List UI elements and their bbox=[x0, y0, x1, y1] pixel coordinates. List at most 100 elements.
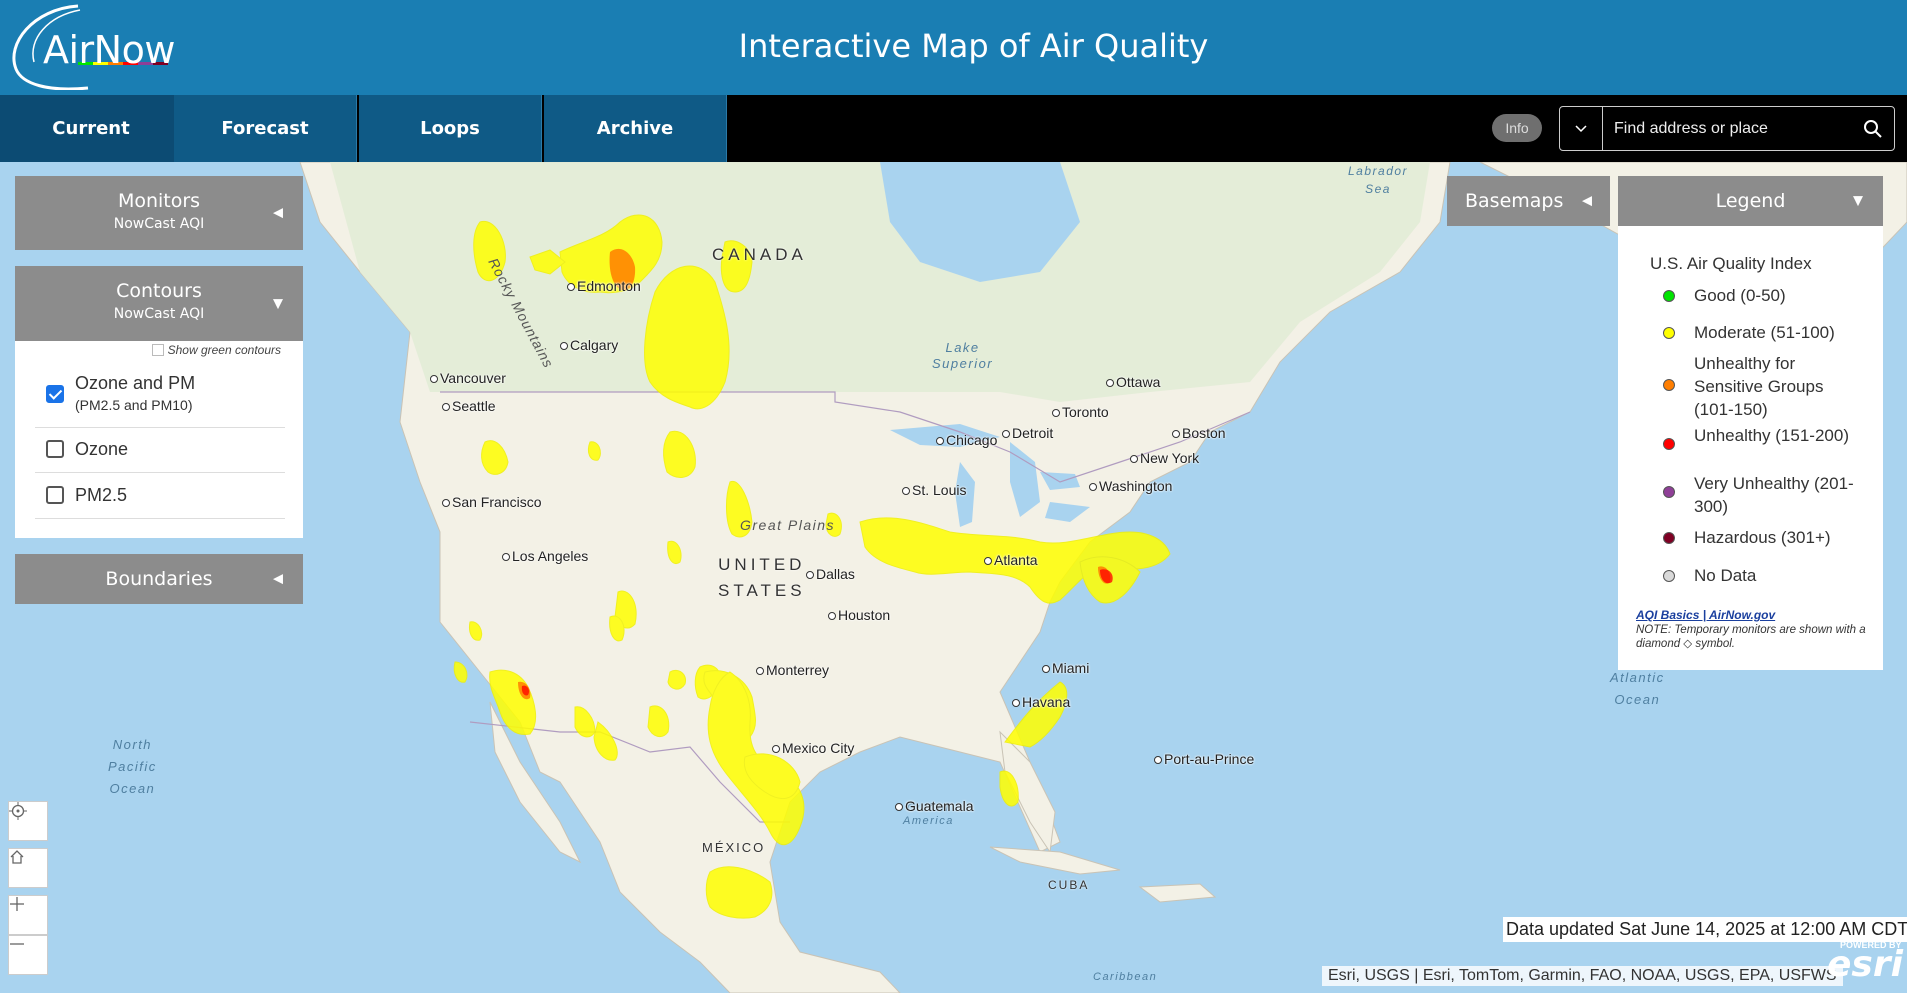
legend-label: Unhealthy (151-200) bbox=[1694, 426, 1849, 445]
region-label-cuba: CUBA bbox=[1048, 878, 1090, 892]
contour-option-ozone-pm[interactable]: Ozone and PM (PM2.5 and PM10) bbox=[35, 361, 285, 428]
label-atlantic-ocean: Atlantic Ocean bbox=[1610, 670, 1665, 707]
contours-title: Contours bbox=[116, 280, 202, 302]
usg-swatch bbox=[1663, 379, 1675, 391]
city-label-monterrey: Monterrey bbox=[755, 662, 830, 678]
monitors-title: Monitors bbox=[117, 190, 201, 212]
aqi-basics-link[interactable]: AQI Basics | AirNow.gov bbox=[1636, 608, 1775, 622]
home-button[interactable] bbox=[8, 848, 48, 888]
contours-panel-header[interactable]: Contours NowCast AQI ▼ bbox=[15, 266, 303, 341]
show-green-label: Show green contours bbox=[167, 343, 281, 357]
unhealthy-swatch bbox=[1663, 438, 1675, 450]
city-label-san-francisco: San Francisco bbox=[441, 494, 542, 510]
locate-button[interactable] bbox=[8, 801, 48, 841]
boundaries-title: Boundaries bbox=[105, 568, 213, 590]
label-north-pacific-ocean: North Pacific Ocean bbox=[108, 737, 157, 796]
tab-loops[interactable]: Loops bbox=[359, 95, 542, 162]
map-attribution: Esri, USGS | Esri, TomTom, Garmin, FAO, … bbox=[1322, 966, 1843, 986]
zoom-in-button[interactable] bbox=[8, 895, 48, 935]
legend-title: Legend bbox=[1715, 190, 1786, 212]
aqi-legend-title: U.S. Air Quality Index bbox=[1650, 254, 1812, 273]
legend-label: Good (0-50) bbox=[1694, 286, 1786, 305]
zoom-out-icon bbox=[10, 943, 24, 945]
legend-label: Very Unhealthy (201-300) bbox=[1694, 474, 1854, 516]
city-label-atlanta: Atlanta bbox=[984, 552, 1038, 568]
tab-forecast[interactable]: Forecast bbox=[174, 95, 357, 162]
ozone-pm-checkbox[interactable] bbox=[46, 385, 64, 403]
legend-label: Moderate (51-100) bbox=[1694, 323, 1835, 342]
city-label-ottawa: Ottawa bbox=[1105, 374, 1161, 390]
region-label-mexico: MÉXICO bbox=[702, 840, 766, 855]
hazardous-swatch bbox=[1663, 532, 1675, 544]
data-updated-text: Data updated Sat June 14, 2025 at 12:00 … bbox=[1503, 917, 1907, 942]
zoom-in-icon bbox=[10, 897, 24, 911]
ozone-label: Ozone bbox=[75, 439, 129, 459]
search-input[interactable] bbox=[1612, 117, 1856, 141]
legend-panel-body: U.S. Air Quality Index Good (0-50) Moder… bbox=[1618, 226, 1883, 670]
contours-subtitle: NowCast AQI bbox=[113, 306, 205, 322]
label-great-plains: Great Plains bbox=[740, 517, 836, 533]
search-source-dropdown[interactable] bbox=[1560, 107, 1603, 150]
city-label-new-york: New York bbox=[1129, 450, 1200, 466]
page-title: Interactive Map of Air Quality bbox=[738, 27, 1209, 65]
city-label-houston: Houston bbox=[827, 607, 891, 623]
temporary-monitors-note: NOTE: Temporary monitors are shown with … bbox=[1636, 624, 1866, 650]
city-label-toronto: Toronto bbox=[1052, 404, 1109, 420]
city-label-mexico-city: Mexico City bbox=[771, 740, 855, 756]
contour-option-pm25[interactable]: PM2.5 bbox=[35, 472, 285, 519]
chevron-down-icon bbox=[1575, 124, 1587, 132]
legend-label: Hazardous (301+) bbox=[1694, 528, 1831, 547]
zoom-out-button[interactable] bbox=[8, 935, 48, 975]
monitors-panel-header[interactable]: Monitors NowCast AQI ◀ bbox=[15, 176, 303, 250]
expand-down-arrow-icon: ▼ bbox=[1853, 193, 1863, 209]
contour-option-ozone[interactable]: Ozone bbox=[35, 427, 285, 473]
no-data-swatch bbox=[1663, 570, 1675, 582]
home-icon bbox=[10, 850, 24, 864]
collapse-left-arrow-icon: ◀ bbox=[273, 205, 283, 221]
city-label-st-louis: St. Louis bbox=[901, 482, 967, 498]
esri-logo[interactable]: POWERED BY esri bbox=[1824, 940, 1904, 990]
ozone-checkbox[interactable] bbox=[46, 440, 64, 458]
legend-panel-header[interactable]: Legend ▼ bbox=[1618, 176, 1883, 226]
city-label-guatemala: Guatemala bbox=[894, 798, 974, 814]
legend-label: No Data bbox=[1694, 566, 1757, 585]
esri-wordmark: esri bbox=[1827, 944, 1903, 985]
legend-label: Unhealthy for Sensitive Groups (101-150) bbox=[1694, 354, 1824, 419]
city-label-vancouver: Vancouver bbox=[430, 370, 506, 386]
pm25-checkbox[interactable] bbox=[46, 486, 64, 504]
city-label-detroit: Detroit bbox=[1001, 425, 1054, 441]
locate-icon bbox=[9, 802, 27, 820]
expand-down-arrow-icon: ▼ bbox=[273, 296, 283, 311]
tab-current[interactable]: Current bbox=[0, 95, 183, 162]
city-label-havana: Havana bbox=[1011, 694, 1071, 710]
city-label-dallas: Dallas bbox=[806, 566, 855, 582]
very-unhealthy-swatch bbox=[1663, 486, 1675, 498]
search-icon[interactable] bbox=[1862, 118, 1884, 140]
city-label-calgary: Calgary bbox=[559, 337, 619, 353]
good-swatch bbox=[1663, 290, 1675, 302]
label-caribbean: Caribbean bbox=[1093, 971, 1158, 983]
city-label-port-au-prince: Port-au-Prince bbox=[1153, 751, 1255, 767]
collapse-left-arrow-icon: ◀ bbox=[273, 571, 283, 587]
contours-panel-body: Show green contours Ozone and PM (PM2.5 … bbox=[15, 341, 303, 538]
show-green-checkbox[interactable] bbox=[151, 344, 164, 356]
collapse-left-arrow-icon: ◀ bbox=[1582, 193, 1592, 209]
ozone-pm-sublabel: (PM2.5 and PM10) bbox=[75, 397, 193, 413]
tab-archive[interactable]: Archive bbox=[544, 95, 727, 162]
label-labrador-sea: Labrador Sea bbox=[1348, 164, 1409, 196]
label-lake-superior: Lake Superior bbox=[932, 340, 994, 371]
city-label-los-angeles: Los Angeles bbox=[501, 548, 589, 564]
info-button[interactable]: Info bbox=[1492, 114, 1542, 142]
search-box bbox=[1559, 106, 1895, 151]
boundaries-panel-header[interactable]: Boundaries ◀ bbox=[15, 554, 303, 604]
basemaps-panel-header[interactable]: Basemaps ◀ bbox=[1447, 176, 1610, 226]
header: AirNow Interactive Map of Air Quality bbox=[0, 0, 1907, 95]
moderate-swatch bbox=[1663, 327, 1675, 339]
city-label-boston: Boston bbox=[1172, 425, 1226, 441]
monitors-subtitle: NowCast AQI bbox=[113, 216, 205, 232]
city-label-chicago: Chicago bbox=[935, 432, 998, 448]
region-label-canada: CANADA bbox=[712, 245, 807, 264]
region-label-united-states: UNITED STATES bbox=[718, 555, 806, 600]
show-green-contours-toggle[interactable]: Show green contours bbox=[151, 343, 281, 357]
pm25-label: PM2.5 bbox=[75, 485, 128, 505]
